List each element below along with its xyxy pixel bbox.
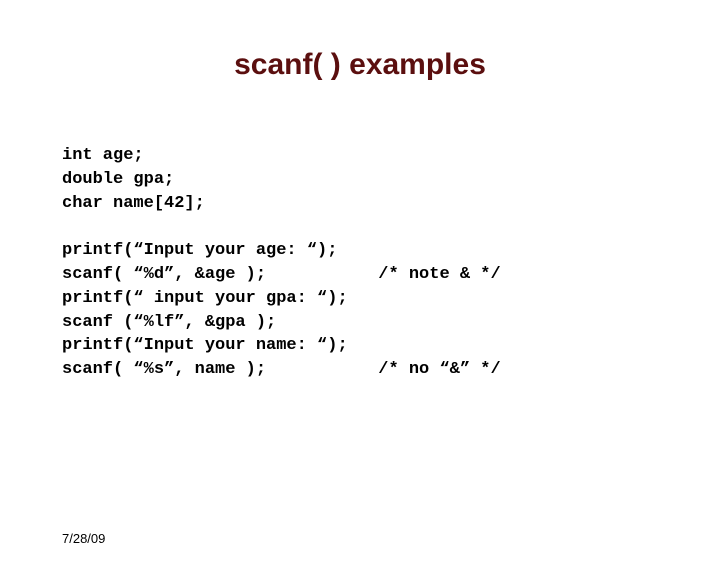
footer-date: 7/28/09 — [62, 531, 105, 546]
slide-title: scanf( ) examples — [0, 48, 720, 82]
code-block: int age; double gpa; char name[42]; prin… — [62, 144, 720, 382]
slide: scanf( ) examples int age; double gpa; c… — [0, 48, 720, 588]
